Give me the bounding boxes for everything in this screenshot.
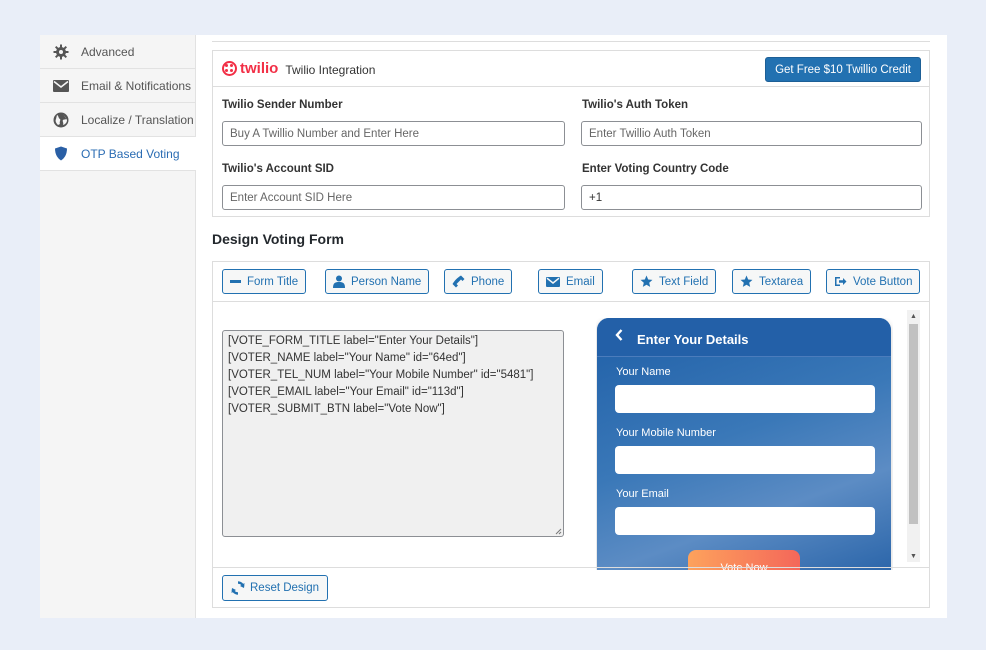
design-voting-form-panel: Form Title Person Name Phone Email Text … [212, 261, 930, 608]
button-label: Textarea [759, 275, 804, 288]
sign-out-icon [834, 276, 847, 287]
account-sid-label: Twilio's Account SID [222, 163, 334, 175]
auth-token-input[interactable]: Enter Twillio Auth Token [581, 121, 922, 146]
preview-title: Enter Your Details [637, 331, 749, 347]
twilio-panel-header: twilio Twilio Integration Get Free $10 T… [213, 51, 929, 87]
twilio-integration-panel: twilio Twilio Integration Get Free $10 T… [212, 50, 930, 217]
scrollbar-thumb[interactable] [909, 324, 918, 524]
star-icon [640, 275, 653, 288]
country-code-label: Enter Voting Country Code [582, 163, 729, 175]
back-chevron-icon[interactable] [615, 328, 623, 346]
sidebar-item-label: OTP Based Voting [81, 146, 180, 161]
button-label: Text Field [659, 275, 709, 288]
sidebar-item-label: Email & Notifications [81, 78, 192, 93]
main-content: twilio Twilio Integration Get Free $10 T… [212, 35, 931, 618]
minus-icon [230, 280, 241, 283]
button-label: Vote Button [853, 275, 913, 288]
star-icon [740, 275, 753, 288]
gear-icon [52, 43, 70, 61]
button-label: Person Name [351, 275, 422, 288]
preview-scrollbar[interactable]: ▲ ▼ [907, 310, 920, 562]
phone-icon [452, 275, 465, 288]
button-label: Phone [471, 275, 505, 288]
globe-icon [52, 111, 70, 129]
sidebar-item-localize-translation[interactable]: Localize / Translation [40, 103, 195, 137]
form-preview: Enter Your Details Your Name Your Mobile… [596, 318, 893, 570]
sidebar-item-email-notifications[interactable]: Email & Notifications [40, 69, 195, 103]
sidebar-item-label: Localize / Translation [81, 112, 194, 127]
get-free-credit-button[interactable]: Get Free $10 Twillio Credit [765, 57, 921, 82]
sidebar-item-otp-based-voting[interactable]: OTP Based Voting [40, 137, 196, 171]
resize-handle-icon[interactable] [555, 528, 562, 535]
sender-number-label: Twilio Sender Number [222, 99, 343, 111]
envelope-icon [52, 77, 70, 95]
design-voting-form-heading: Design Voting Form [212, 231, 344, 247]
auth-token-label: Twilio's Auth Token [582, 99, 689, 111]
add-phone-button[interactable]: Phone [444, 269, 513, 294]
panel-title: Twilio Integration [285, 62, 376, 77]
scroll-up-arrow-icon[interactable]: ▲ [907, 310, 920, 322]
scroll-down-arrow-icon[interactable]: ▼ [907, 550, 920, 562]
preview-name-input[interactable] [615, 385, 875, 413]
add-form-title-button[interactable]: Form Title [222, 269, 307, 294]
button-label: Form Title [247, 275, 299, 288]
account-sid-input[interactable]: Enter Account SID Here [222, 185, 565, 210]
twilio-logo-icon [222, 61, 237, 76]
sidebar-item-label: Advanced [81, 44, 135, 59]
reset-design-button[interactable]: Reset Design [222, 575, 329, 601]
refresh-icon [231, 581, 245, 595]
preview-header: Enter Your Details [597, 318, 891, 357]
button-label: Email [566, 275, 595, 288]
shield-icon [52, 145, 70, 163]
preview-field-label: Your Name [616, 366, 671, 378]
form-element-toolbar: Form Title Person Name Phone Email Text … [213, 262, 929, 302]
preview-mobile-input[interactable] [615, 446, 875, 474]
add-person-name-button[interactable]: Person Name [325, 269, 430, 294]
preview-field-label: Your Email [616, 488, 669, 500]
sidebar: Advanced Email & Notifications Localize … [40, 35, 196, 618]
country-code-input[interactable]: +1 [581, 185, 922, 210]
add-vote-button-button[interactable]: Vote Button [826, 269, 921, 294]
twilio-logo-text: twilio [240, 60, 279, 77]
user-icon [333, 275, 345, 288]
add-textarea-button[interactable]: Textarea [732, 269, 812, 294]
twilio-logo: twilio [222, 60, 278, 77]
preview-phone-frame: Enter Your Details Your Name Your Mobile… [597, 318, 891, 570]
preview-email-input[interactable] [615, 507, 875, 535]
button-label: Reset Design [250, 582, 320, 594]
add-email-button[interactable]: Email [538, 269, 603, 294]
shortcode-textarea[interactable]: [VOTE_FORM_TITLE label="Enter Your Detai… [222, 330, 564, 537]
preview-field-label: Your Mobile Number [616, 427, 716, 439]
design-panel-footer: Reset Design [213, 567, 929, 607]
add-text-field-button[interactable]: Text Field [632, 269, 717, 294]
sender-number-input[interactable]: Buy A Twillio Number and Enter Here [222, 121, 565, 146]
envelope-icon [546, 276, 560, 287]
divider [212, 41, 930, 42]
settings-window: Advanced Email & Notifications Localize … [40, 35, 947, 618]
sidebar-item-advanced[interactable]: Advanced [40, 35, 195, 69]
page-background: Advanced Email & Notifications Localize … [0, 0, 986, 650]
